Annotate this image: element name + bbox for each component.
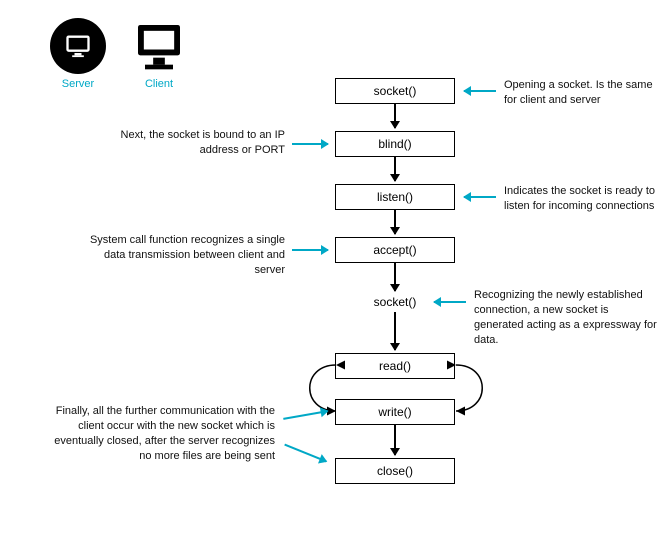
box-write-label: write() xyxy=(378,405,411,419)
loop-right-icon xyxy=(446,355,496,425)
note-socket2: Recognizing the newly established connec… xyxy=(474,288,659,347)
box-socket: socket() xyxy=(335,78,455,104)
box-write: write() xyxy=(335,399,455,425)
arrow-note-close-2-icon xyxy=(284,444,326,463)
box-read-label: read() xyxy=(379,359,411,373)
arrow-note-socket2-icon xyxy=(434,301,466,303)
arrow-note-blind-icon xyxy=(292,143,328,145)
arrow-note-listen-icon xyxy=(464,196,496,198)
box-blind: blind() xyxy=(335,131,455,157)
monitor-icon xyxy=(131,18,187,74)
note-accept: System call function recognizes a single… xyxy=(85,233,285,278)
legend-server: Server xyxy=(50,18,106,90)
box-read: read() xyxy=(335,353,455,379)
box-accept: accept() xyxy=(335,237,455,263)
box-close-label: close() xyxy=(377,464,413,478)
arrow-blind-to-listen xyxy=(394,157,396,181)
arrow-write-to-close xyxy=(394,425,396,455)
note-socket: Opening a socket. Is the same for client… xyxy=(504,78,654,108)
legend-client: Client xyxy=(131,18,187,90)
note-listen: Indicates the socket is ready to listen … xyxy=(504,184,659,214)
label-socket2-text: socket() xyxy=(374,295,417,309)
box-close: close() xyxy=(335,458,455,484)
monitor-icon xyxy=(64,32,92,60)
arrow-note-accept-icon xyxy=(292,249,328,251)
legend-client-label: Client xyxy=(145,78,173,90)
legend: Server Client xyxy=(50,18,187,90)
server-icon xyxy=(50,18,106,74)
legend-server-label: Server xyxy=(62,78,94,90)
arrow-socket2-to-read xyxy=(394,312,396,350)
box-blind-label: blind() xyxy=(378,137,411,151)
arrow-listen-to-accept xyxy=(394,210,396,234)
note-blind: Next, the socket is bound to an IP addre… xyxy=(100,128,285,158)
arrow-note-socket-icon xyxy=(464,90,496,92)
box-listen: listen() xyxy=(335,184,455,210)
box-accept-label: accept() xyxy=(373,243,416,257)
box-socket-label: socket() xyxy=(374,84,417,98)
arrow-accept-to-socket2 xyxy=(394,263,396,291)
arrow-socket-to-blind xyxy=(394,104,396,128)
box-listen-label: listen() xyxy=(377,190,413,204)
note-close: Finally, all the further communication w… xyxy=(40,404,275,463)
